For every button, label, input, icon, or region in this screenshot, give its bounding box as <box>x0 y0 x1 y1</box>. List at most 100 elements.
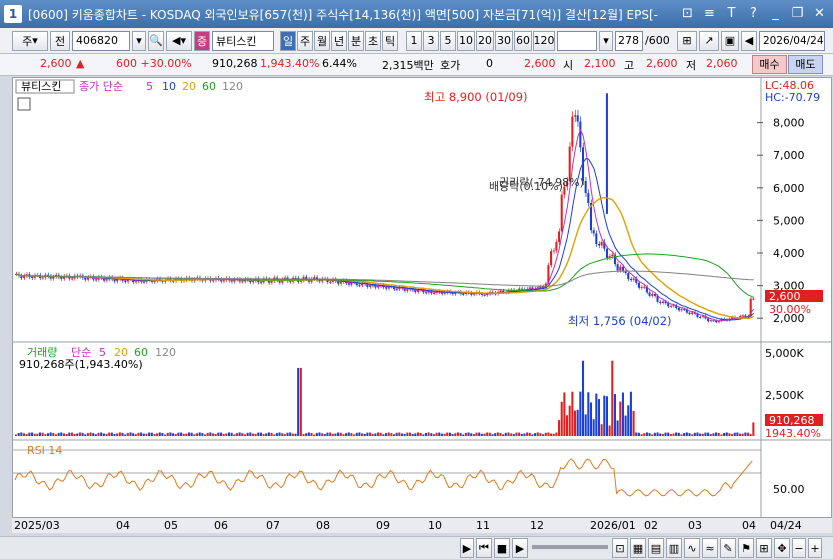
volume-bar <box>230 432 233 436</box>
align-icon[interactable]: ≡ <box>700 4 719 23</box>
volume-bar <box>251 433 254 436</box>
volume-bar <box>172 433 175 436</box>
legend-ma10: 10 <box>162 80 176 93</box>
x-axis: 2025/03 04 05 06 07 08 09 10 11 12 2026/01 02 03 04 04… <box>12 517 832 533</box>
candle-body <box>669 306 672 308</box>
legend-ma120: 120 <box>222 80 243 93</box>
volume-bar <box>326 432 329 436</box>
help-icon[interactable]: ? <box>744 4 763 23</box>
volume-bar <box>667 432 670 436</box>
period-tab-4[interactable]: 분 <box>348 30 364 51</box>
legend-ma60: 60 <box>202 80 216 93</box>
candle-body <box>605 248 608 258</box>
prev-button[interactable]: 전 <box>50 30 70 51</box>
y-tick-label-3: 5,000 <box>773 214 805 227</box>
candle-body <box>142 281 145 283</box>
ma-line-20 <box>16 196 754 320</box>
candle-type-icon[interactable]: ⊞ <box>677 30 697 51</box>
volume-bar <box>358 432 361 436</box>
candle-body <box>712 320 715 322</box>
draw-icon[interactable]: ✎ <box>720 538 736 558</box>
zoom-out-icon[interactable]: − <box>792 538 806 558</box>
interval-input[interactable] <box>557 30 597 51</box>
candle-body <box>558 231 561 243</box>
sell-button[interactable]: 매도 <box>788 55 823 74</box>
link-icon[interactable]: ⊡ <box>678 4 697 23</box>
volume-bar <box>422 434 425 436</box>
volume-bar <box>555 432 558 436</box>
zoom-fit-icon[interactable]: ⊡ <box>612 538 628 558</box>
candle-body <box>124 280 127 282</box>
interval-tab-10[interactable]: 10 <box>457 30 475 51</box>
save-icon[interactable]: ▣ <box>721 30 739 51</box>
close-icon[interactable]: ✕ <box>810 4 829 23</box>
period-tab-6[interactable]: 틱 <box>382 30 398 51</box>
period-tab-2[interactable]: 월 <box>314 30 330 51</box>
interval-tab-120[interactable]: 120 <box>533 30 555 51</box>
candle-body <box>289 281 292 283</box>
pan-icon[interactable]: ✥ <box>774 538 790 558</box>
rsi-path <box>14 458 753 497</box>
trend-tool-icon[interactable]: ↗ <box>699 30 719 51</box>
interval-tab-30[interactable]: 30 <box>495 30 513 51</box>
chart-area[interactable]: 8,000 7,000 6,000 5,000 4,000 3,000 2,000 뷰티스킨… <box>12 77 832 532</box>
candle-body <box>707 318 710 322</box>
period-tab-3[interactable]: 년 <box>331 30 347 51</box>
volume-bar <box>214 433 217 436</box>
volume-bar <box>41 432 44 436</box>
count-input[interactable]: 278 <box>615 30 643 51</box>
x-label-end: 04/24 <box>770 519 802 532</box>
interval-dropdown-button[interactable]: ▾ <box>599 30 613 51</box>
x-label-13: 04 <box>742 519 756 532</box>
next-page-icon[interactable]: ▶ <box>512 538 528 558</box>
line-chart-icon[interactable]: ∿ <box>684 538 700 558</box>
scroll-right-icon[interactable]: ▶ <box>460 538 474 558</box>
first-page-icon[interactable]: ⏮ <box>476 538 492 558</box>
volume-bar <box>241 433 244 436</box>
sound-icon[interactable]: ◀▾ <box>166 30 192 51</box>
volume-bar <box>124 434 127 436</box>
prev-date-button[interactable]: ◀ <box>741 30 757 51</box>
period-tab-0[interactable]: 일 <box>280 30 296 51</box>
candle-body <box>552 250 555 252</box>
search-icon[interactable]: 🔍 <box>148 30 164 51</box>
interval-tab-60[interactable]: 60 <box>514 30 532 51</box>
table-view-icon[interactable]: ▤ <box>648 538 664 558</box>
volume-bar <box>310 432 313 436</box>
volume-bar <box>68 432 71 436</box>
date-input[interactable]: 2026/04/24 <box>759 30 825 51</box>
interval-tab-1[interactable]: 1 <box>406 30 422 51</box>
chart-svg[interactable]: 8,0007,0006,0005,0004,0003,0002,000 뷰티스킨… <box>13 78 831 518</box>
text-icon[interactable]: T <box>722 4 741 23</box>
volume-bar <box>741 433 744 436</box>
period-tab-5[interactable]: 초 <box>365 30 381 51</box>
zoom-in-icon[interactable]: + <box>808 538 822 558</box>
candle-body <box>643 286 646 288</box>
zoom-slider[interactable] <box>532 545 608 549</box>
stop-icon[interactable]: ■ <box>494 538 510 558</box>
interval-tab-5[interactable]: 5 <box>440 30 456 51</box>
bar-chart-icon[interactable]: ▥ <box>666 538 682 558</box>
minimize-icon[interactable]: _ <box>766 4 785 23</box>
restore-icon[interactable]: ❐ <box>788 4 807 23</box>
volume-bar <box>270 432 273 436</box>
volume-bar <box>733 432 736 436</box>
volume-bar <box>435 432 438 436</box>
buy-button[interactable]: 매수 <box>752 55 787 74</box>
period-tab-1[interactable]: 주 <box>297 30 313 51</box>
chart-type-select[interactable]: 주 ▾ <box>12 30 48 51</box>
volume-bar <box>273 434 276 436</box>
interval-tab-3[interactable]: 3 <box>423 30 439 51</box>
stock-code-input[interactable]: 406820 <box>72 30 130 51</box>
grid-icon[interactable]: ▦ <box>630 538 646 558</box>
interval-tab-20[interactable]: 20 <box>476 30 494 51</box>
count-total: /600 <box>645 34 670 47</box>
code-dropdown-button[interactable]: ▾ <box>132 30 146 51</box>
wave-icon[interactable]: ≈ <box>702 538 718 558</box>
ruler-icon[interactable]: ⊞ <box>756 538 772 558</box>
volume-bar <box>613 394 616 436</box>
flag-icon[interactable]: ⚑ <box>738 538 754 558</box>
chart-type-label: 주 <box>22 34 33 48</box>
current-price: 2,600 <box>40 57 72 70</box>
volume-bar <box>84 434 87 436</box>
